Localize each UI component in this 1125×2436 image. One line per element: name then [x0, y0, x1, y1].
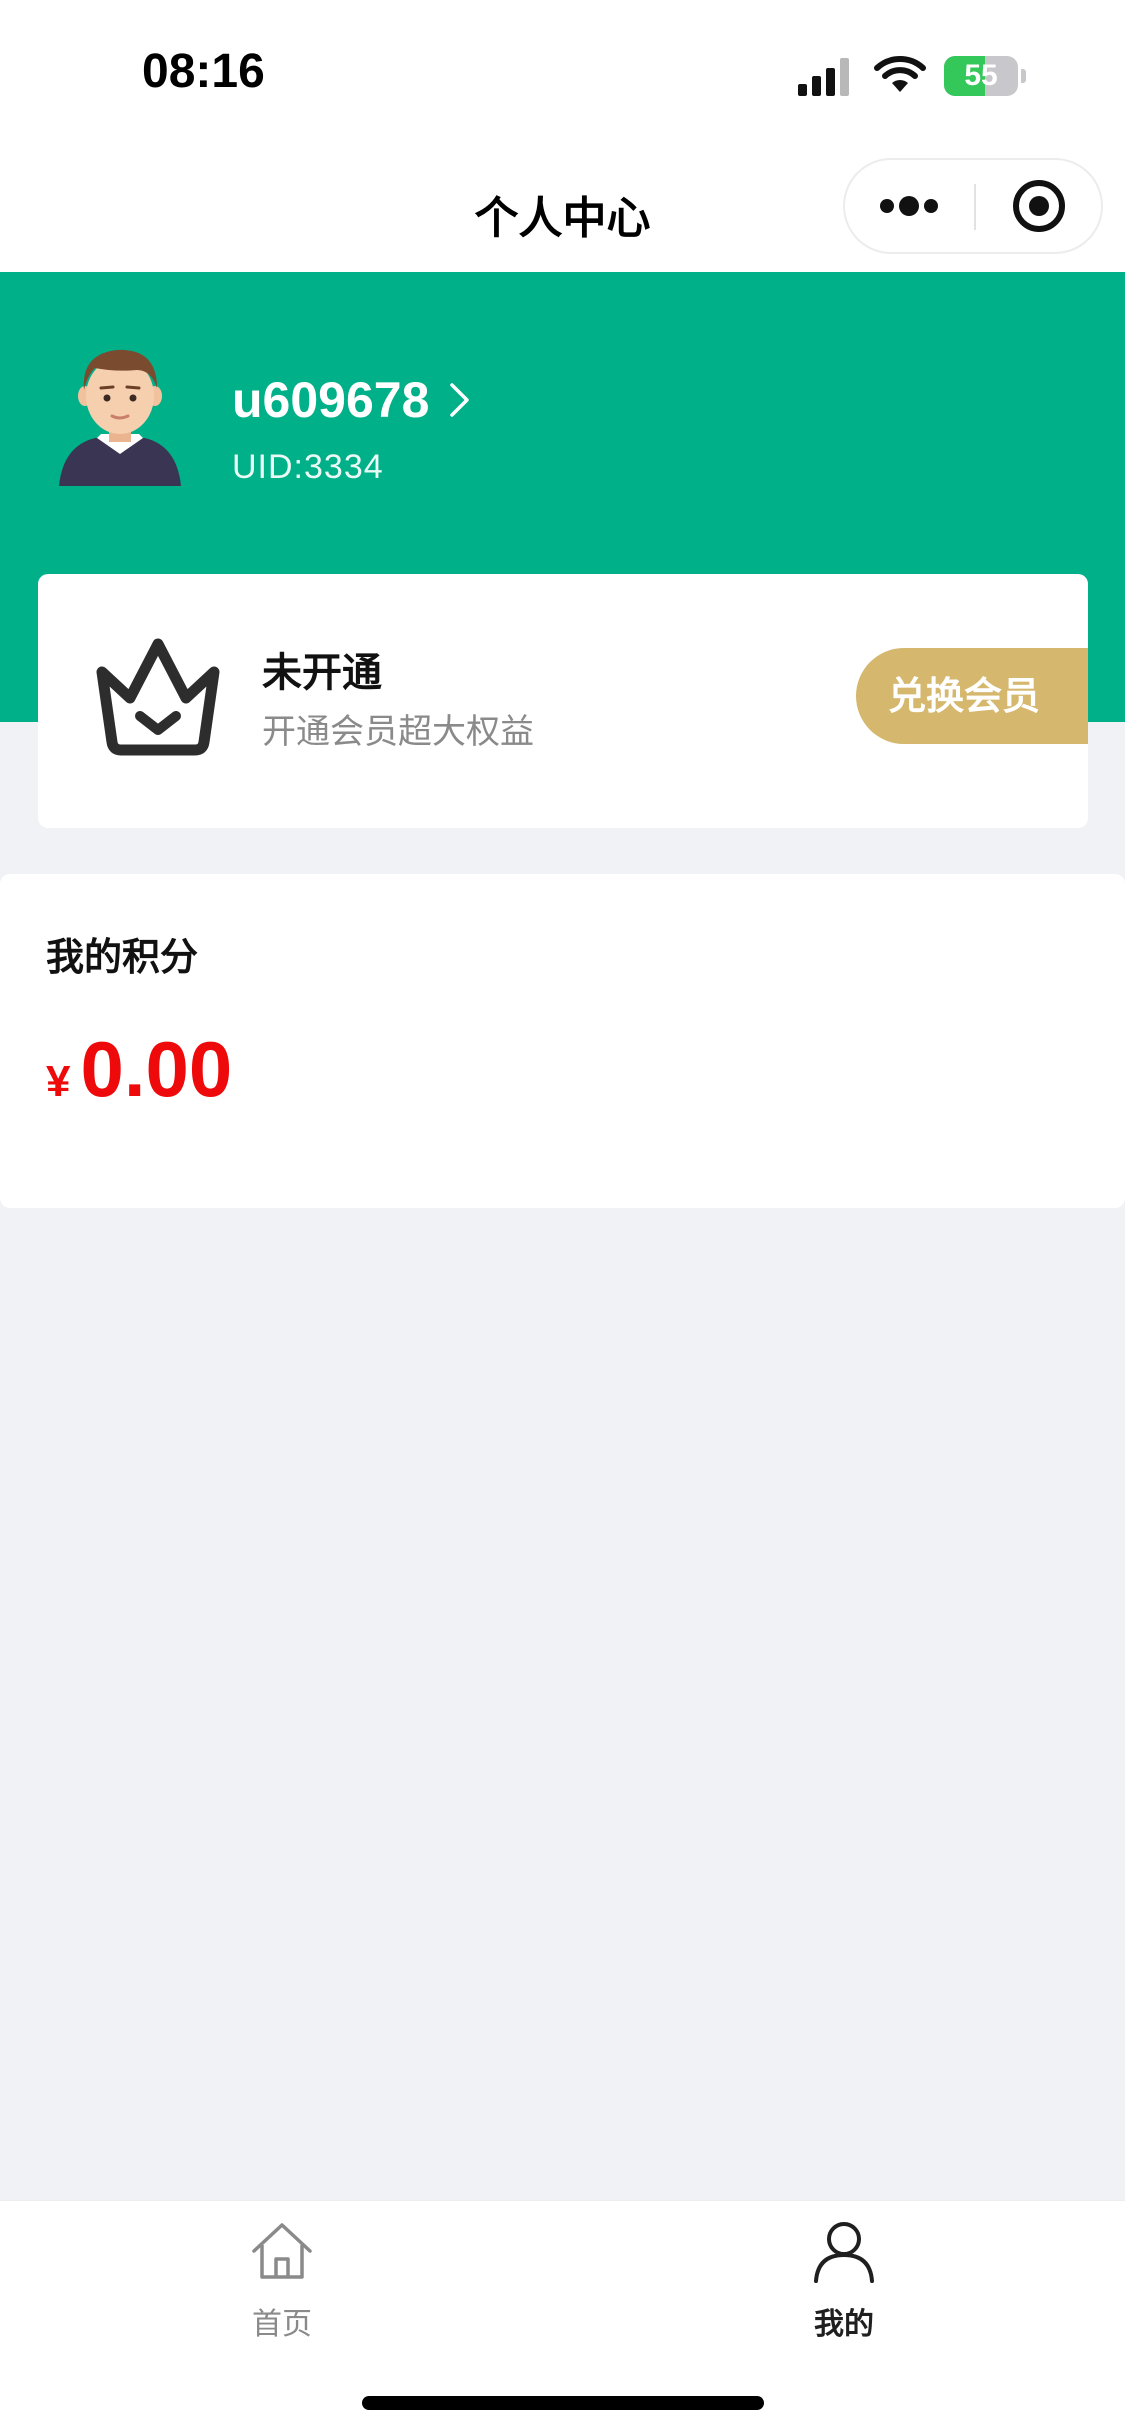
tab-mine[interactable]: 我的: [692, 2201, 992, 2351]
points-card: 我的积分 ¥ 0.00: [0, 874, 1125, 1208]
currency-symbol: ¥: [46, 1057, 71, 1106]
membership-card: 未开通 开通会员超大权益 兑换会员: [38, 574, 1088, 828]
points-value: 0.00: [80, 1025, 233, 1113]
close-target-icon: [1013, 180, 1065, 232]
tab-home[interactable]: 首页: [130, 2201, 430, 2351]
points-value-row: ¥ 0.00: [46, 1024, 232, 1115]
avatar[interactable]: [55, 340, 185, 486]
home-indicator: [362, 2396, 764, 2410]
battery-level: 55: [964, 59, 998, 92]
more-dots-icon: [880, 196, 938, 216]
tab-home-label: 首页: [252, 2307, 312, 2342]
chevron-right-icon: [450, 383, 470, 417]
membership-description: 开通会员超大权益: [262, 712, 534, 752]
tab-mine-label: 我的: [814, 2307, 874, 2342]
user-id: UID:3334: [232, 448, 384, 486]
status-time: 08:16: [142, 45, 265, 98]
username: u609678: [232, 372, 430, 428]
wifi-icon: [874, 56, 926, 92]
redeem-membership-button[interactable]: 兑换会员: [856, 648, 1088, 744]
user-icon: [814, 2222, 874, 2283]
home-icon: [252, 2223, 312, 2279]
more-button[interactable]: [845, 160, 974, 252]
username-row[interactable]: u609678: [232, 370, 471, 430]
mini-program-capsule: [843, 158, 1103, 254]
close-button[interactable]: [976, 160, 1103, 252]
battery-charging-icon: 55: [944, 56, 1026, 96]
crown-icon: [96, 638, 220, 756]
points-title: 我的积分: [46, 935, 199, 979]
status-bar: 08:16 55: [0, 0, 1125, 140]
signal-icon: [798, 58, 849, 96]
membership-status: 未开通: [262, 650, 382, 696]
nav-bar: 个人中心: [0, 140, 1125, 272]
